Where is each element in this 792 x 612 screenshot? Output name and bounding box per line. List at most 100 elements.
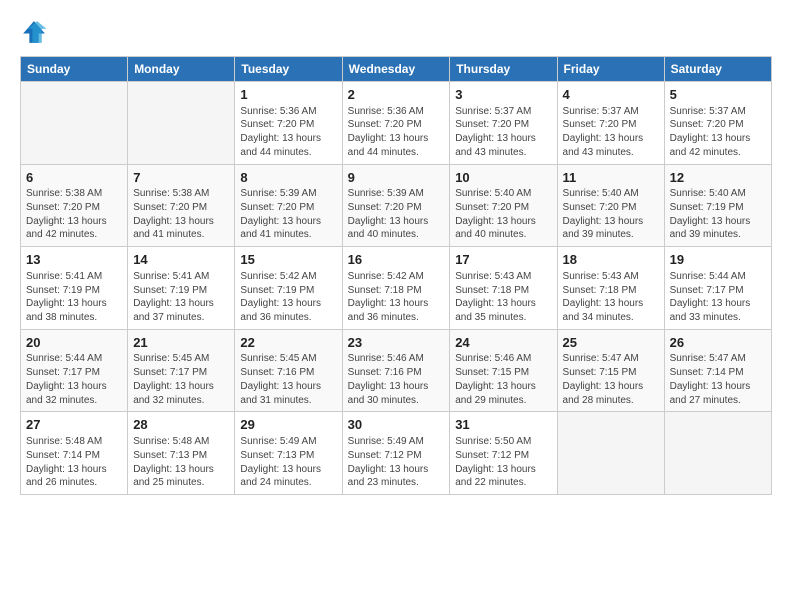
day-info: Sunrise: 5:40 AM Sunset: 7:20 PM Dayligh… (563, 188, 644, 240)
calendar-cell: 4Sunrise: 5:37 AM Sunset: 7:20 PM Daylig… (557, 82, 664, 165)
day-info: Sunrise: 5:47 AM Sunset: 7:15 PM Dayligh… (563, 353, 644, 405)
day-info: Sunrise: 5:40 AM Sunset: 7:20 PM Dayligh… (455, 188, 536, 240)
day-number: 25 (563, 334, 659, 352)
calendar-cell: 24Sunrise: 5:46 AM Sunset: 7:15 PM Dayli… (450, 329, 557, 412)
day-info: Sunrise: 5:49 AM Sunset: 7:13 PM Dayligh… (240, 436, 321, 488)
weekday-header-wednesday: Wednesday (342, 57, 450, 82)
day-number: 5 (670, 86, 766, 104)
calendar-cell: 22Sunrise: 5:45 AM Sunset: 7:16 PM Dayli… (235, 329, 342, 412)
day-number: 8 (240, 169, 336, 187)
logo-icon (20, 18, 48, 46)
calendar-cell: 13Sunrise: 5:41 AM Sunset: 7:19 PM Dayli… (21, 247, 128, 330)
logo (20, 18, 50, 46)
day-info: Sunrise: 5:43 AM Sunset: 7:18 PM Dayligh… (563, 271, 644, 323)
day-number: 7 (133, 169, 229, 187)
calendar-cell (128, 82, 235, 165)
day-number: 23 (348, 334, 445, 352)
day-info: Sunrise: 5:38 AM Sunset: 7:20 PM Dayligh… (26, 188, 107, 240)
day-number: 13 (26, 251, 122, 269)
day-number: 29 (240, 416, 336, 434)
calendar-cell: 6Sunrise: 5:38 AM Sunset: 7:20 PM Daylig… (21, 164, 128, 247)
calendar-cell: 23Sunrise: 5:46 AM Sunset: 7:16 PM Dayli… (342, 329, 450, 412)
day-info: Sunrise: 5:49 AM Sunset: 7:12 PM Dayligh… (348, 436, 429, 488)
day-number: 27 (26, 416, 122, 434)
calendar-week-3: 13 Sunrise: 5:41 AM Sunset: 7:19 PM Dayli… (21, 247, 772, 330)
calendar-cell: 31 Sunrise: 5:50 AM Sunset: 7:12 PM Dayli… (450, 412, 557, 495)
calendar-cell: 19 Sunrise: 5:44 AM Sunset: 7:17 PM Dayli… (664, 247, 771, 330)
calendar-cell: 28Sunrise: 5:48 AM Sunset: 7:13 PM Dayli… (128, 412, 235, 495)
calendar-cell: 5 Sunrise: 5:37 AM Sunset: 7:20 PM Daylig… (664, 82, 771, 165)
day-info: Sunrise: 5:40 AM Sunset: 7:19 PM Dayligh… (670, 188, 751, 240)
calendar-week-4: 20Sunrise: 5:44 AM Sunset: 7:17 PM Dayli… (21, 329, 772, 412)
day-number: 31 (455, 416, 551, 434)
calendar-week-1: 1 Sunrise: 5:36 AM Sunset: 7:20 PM Daylig… (21, 82, 772, 165)
day-number: 16 (348, 251, 445, 269)
weekday-header-row: SundayMondayTuesdayWednesdayThursdayFrid… (21, 57, 772, 82)
calendar-cell: 10Sunrise: 5:40 AM Sunset: 7:20 PM Dayli… (450, 164, 557, 247)
weekday-header-monday: Monday (128, 57, 235, 82)
day-number: 18 (563, 251, 659, 269)
weekday-header-thursday: Thursday (450, 57, 557, 82)
calendar-cell: 21Sunrise: 5:45 AM Sunset: 7:17 PM Dayli… (128, 329, 235, 412)
day-number: 2 (348, 86, 445, 104)
day-number: 26 (670, 334, 766, 352)
calendar-week-5: 27 Sunrise: 5:48 AM Sunset: 7:14 PM Dayli… (21, 412, 772, 495)
day-info: Sunrise: 5:44 AM Sunset: 7:17 PM Dayligh… (670, 271, 751, 323)
day-info: Sunrise: 5:50 AM Sunset: 7:12 PM Dayligh… (455, 436, 536, 488)
day-info: Sunrise: 5:42 AM Sunset: 7:19 PM Dayligh… (240, 271, 321, 323)
day-number: 17 (455, 251, 551, 269)
calendar-cell: 8Sunrise: 5:39 AM Sunset: 7:20 PM Daylig… (235, 164, 342, 247)
day-number: 24 (455, 334, 551, 352)
day-info: Sunrise: 5:42 AM Sunset: 7:18 PM Dayligh… (348, 271, 429, 323)
day-number: 1 (240, 86, 336, 104)
page: SundayMondayTuesdayWednesdayThursdayFrid… (0, 0, 792, 612)
day-info: Sunrise: 5:41 AM Sunset: 7:19 PM Dayligh… (133, 271, 214, 323)
day-number: 9 (348, 169, 445, 187)
day-info: Sunrise: 5:39 AM Sunset: 7:20 PM Dayligh… (240, 188, 321, 240)
day-number: 10 (455, 169, 551, 187)
calendar-cell: 14 Sunrise: 5:41 AM Sunset: 7:19 PM Dayli… (128, 247, 235, 330)
calendar-table: SundayMondayTuesdayWednesdayThursdayFrid… (20, 56, 772, 495)
day-info: Sunrise: 5:46 AM Sunset: 7:16 PM Dayligh… (348, 353, 429, 405)
calendar-cell: 20Sunrise: 5:44 AM Sunset: 7:17 PM Dayli… (21, 329, 128, 412)
calendar-cell (664, 412, 771, 495)
day-info: Sunrise: 5:36 AM Sunset: 7:20 PM Dayligh… (348, 106, 429, 158)
day-number: 28 (133, 416, 229, 434)
calendar-cell: 15Sunrise: 5:42 AM Sunset: 7:19 PM Dayli… (235, 247, 342, 330)
day-number: 12 (670, 169, 766, 187)
day-number: 22 (240, 334, 336, 352)
day-info: Sunrise: 5:38 AM Sunset: 7:20 PM Dayligh… (133, 188, 214, 240)
calendar-cell: 26Sunrise: 5:47 AM Sunset: 7:14 PM Dayli… (664, 329, 771, 412)
day-number: 14 (133, 251, 229, 269)
calendar-cell (557, 412, 664, 495)
day-number: 4 (563, 86, 659, 104)
calendar-cell: 2 Sunrise: 5:36 AM Sunset: 7:20 PM Daylig… (342, 82, 450, 165)
day-number: 19 (670, 251, 766, 269)
calendar-cell: 16 Sunrise: 5:42 AM Sunset: 7:18 PM Dayli… (342, 247, 450, 330)
day-info: Sunrise: 5:44 AM Sunset: 7:17 PM Dayligh… (26, 353, 107, 405)
day-number: 20 (26, 334, 122, 352)
weekday-header-sunday: Sunday (21, 57, 128, 82)
day-info: Sunrise: 5:36 AM Sunset: 7:20 PM Dayligh… (240, 106, 321, 158)
calendar-cell: 1 Sunrise: 5:36 AM Sunset: 7:20 PM Daylig… (235, 82, 342, 165)
day-info: Sunrise: 5:47 AM Sunset: 7:14 PM Dayligh… (670, 353, 751, 405)
calendar-cell: 30 Sunrise: 5:49 AM Sunset: 7:12 PM Dayli… (342, 412, 450, 495)
calendar-cell: 27 Sunrise: 5:48 AM Sunset: 7:14 PM Dayli… (21, 412, 128, 495)
day-info: Sunrise: 5:46 AM Sunset: 7:15 PM Dayligh… (455, 353, 536, 405)
day-info: Sunrise: 5:39 AM Sunset: 7:20 PM Dayligh… (348, 188, 429, 240)
header (20, 18, 772, 46)
calendar-cell: 25Sunrise: 5:47 AM Sunset: 7:15 PM Dayli… (557, 329, 664, 412)
day-info: Sunrise: 5:45 AM Sunset: 7:17 PM Dayligh… (133, 353, 214, 405)
day-number: 6 (26, 169, 122, 187)
day-info: Sunrise: 5:48 AM Sunset: 7:14 PM Dayligh… (26, 436, 107, 488)
calendar-week-2: 6Sunrise: 5:38 AM Sunset: 7:20 PM Daylig… (21, 164, 772, 247)
weekday-header-tuesday: Tuesday (235, 57, 342, 82)
weekday-header-saturday: Saturday (664, 57, 771, 82)
day-number: 11 (563, 169, 659, 187)
calendar-cell: 3Sunrise: 5:37 AM Sunset: 7:20 PM Daylig… (450, 82, 557, 165)
day-number: 21 (133, 334, 229, 352)
calendar-cell: 29 Sunrise: 5:49 AM Sunset: 7:13 PM Dayli… (235, 412, 342, 495)
calendar-cell: 18 Sunrise: 5:43 AM Sunset: 7:18 PM Dayli… (557, 247, 664, 330)
day-number: 30 (348, 416, 445, 434)
day-info: Sunrise: 5:37 AM Sunset: 7:20 PM Dayligh… (670, 106, 751, 158)
